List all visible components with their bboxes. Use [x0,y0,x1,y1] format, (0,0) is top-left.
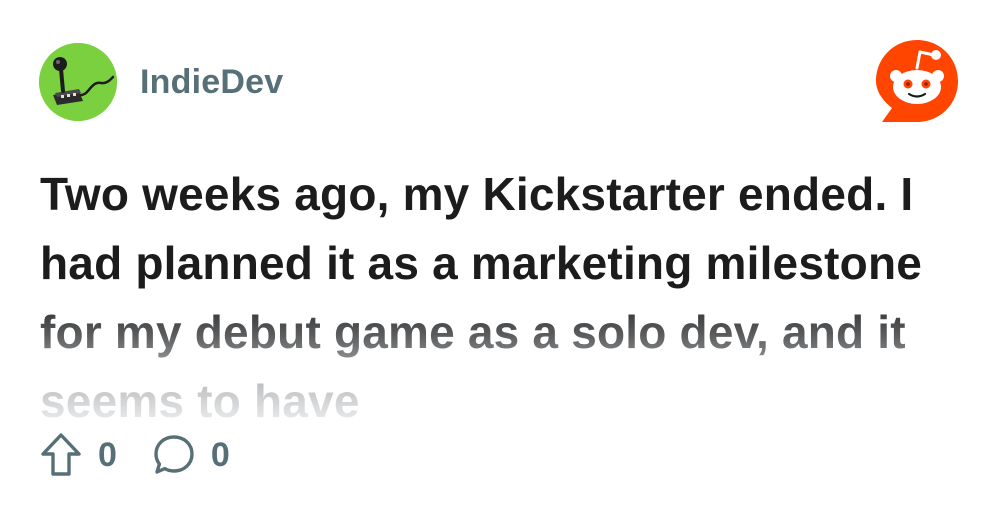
upvote-button[interactable]: 0 [40,432,117,478]
post-actions: 0 0 [40,432,230,478]
post-author[interactable]: IndieDev [140,63,283,102]
reddit-logo [874,38,960,124]
user-avatar[interactable] [39,43,117,121]
post-title[interactable]: Two weeks ago, my Kickstarter ended. I h… [40,160,970,436]
comment-bubble-icon [154,435,194,474]
post-header: IndieDev [39,43,283,121]
upvote-count: 0 [98,435,117,474]
post-card[interactable]: IndieDev Two weeks ago, my Kickstarter e… [0,0,1000,521]
comment-count: 0 [210,435,230,474]
comments-button[interactable]: 0 [153,433,230,477]
upvote-arrow-icon [41,433,81,476]
reddit-logo-icon [876,40,958,122]
joystick-avatar-icon [39,43,117,121]
